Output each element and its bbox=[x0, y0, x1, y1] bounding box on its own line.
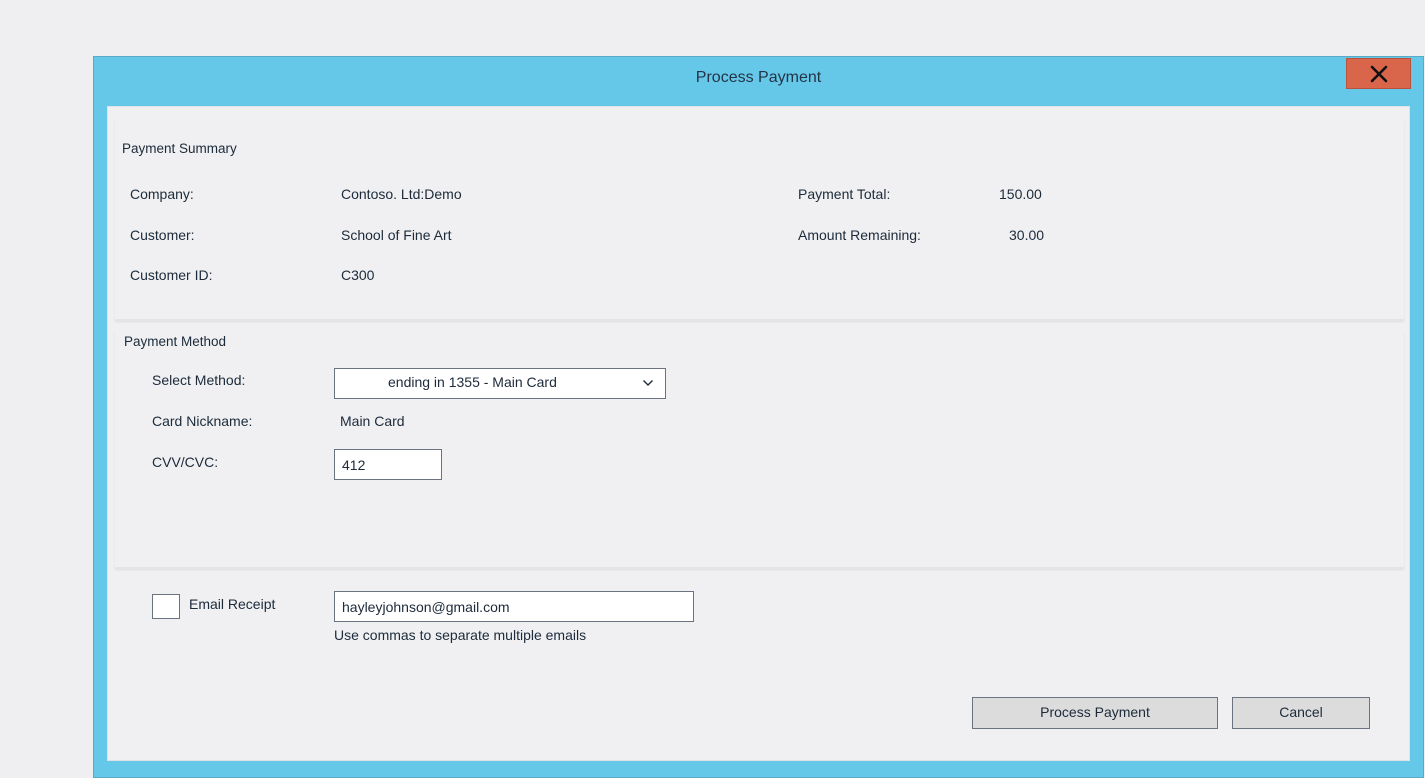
payment-method-title: Payment Method bbox=[124, 334, 227, 349]
dialog-content: Payment Summary Company: Contoso. Ltd:De… bbox=[107, 106, 1410, 761]
email-receipt-label: Email Receipt bbox=[189, 596, 276, 612]
dialog-title: Process Payment bbox=[695, 69, 822, 86]
customer-value: School of Fine Art bbox=[341, 227, 452, 243]
payment-summary-section bbox=[115, 119, 1404, 321]
cvv-label: CVV/CVC: bbox=[152, 454, 219, 470]
payment-method-section bbox=[115, 331, 1404, 569]
amount-remaining-value: 30.00 bbox=[1009, 227, 1045, 243]
email-field[interactable] bbox=[334, 591, 694, 622]
customer-id-label: Customer ID: bbox=[130, 267, 213, 283]
cvv-input[interactable] bbox=[334, 449, 442, 480]
company-label: Company: bbox=[130, 186, 194, 202]
desktop-background: Process Payment Payment Summary Company:… bbox=[0, 0, 1425, 778]
payment-total-value: 150.00 bbox=[999, 186, 1042, 202]
close-button[interactable] bbox=[1346, 58, 1411, 89]
close-icon bbox=[1370, 65, 1388, 83]
amount-remaining-label: Amount Remaining: bbox=[798, 227, 921, 243]
process-payment-button[interactable]: Process Payment bbox=[972, 697, 1218, 729]
customer-label: Customer: bbox=[130, 227, 195, 243]
cancel-button[interactable]: Cancel bbox=[1232, 697, 1370, 729]
chevron-down-icon bbox=[643, 380, 653, 386]
customer-id-value: C300 bbox=[341, 267, 375, 283]
dialog-titlebar: Process Payment bbox=[94, 57, 1423, 103]
payment-method-selected-value: ending in 1355 - Main Card bbox=[388, 374, 557, 390]
email-receipt-checkbox[interactable] bbox=[152, 594, 180, 619]
company-value: Contoso. Ltd:Demo bbox=[341, 186, 462, 202]
payment-method-dropdown[interactable]: ending in 1355 - Main Card bbox=[334, 368, 666, 399]
card-nickname-label: Card Nickname: bbox=[152, 413, 253, 429]
process-payment-dialog: Process Payment Payment Summary Company:… bbox=[93, 56, 1424, 778]
payment-total-label: Payment Total: bbox=[798, 186, 891, 202]
select-method-label: Select Method: bbox=[152, 372, 246, 388]
payment-summary-title: Payment Summary bbox=[122, 141, 237, 156]
email-hint: Use commas to separate multiple emails bbox=[334, 627, 587, 643]
card-nickname-value: Main Card bbox=[340, 413, 405, 429]
